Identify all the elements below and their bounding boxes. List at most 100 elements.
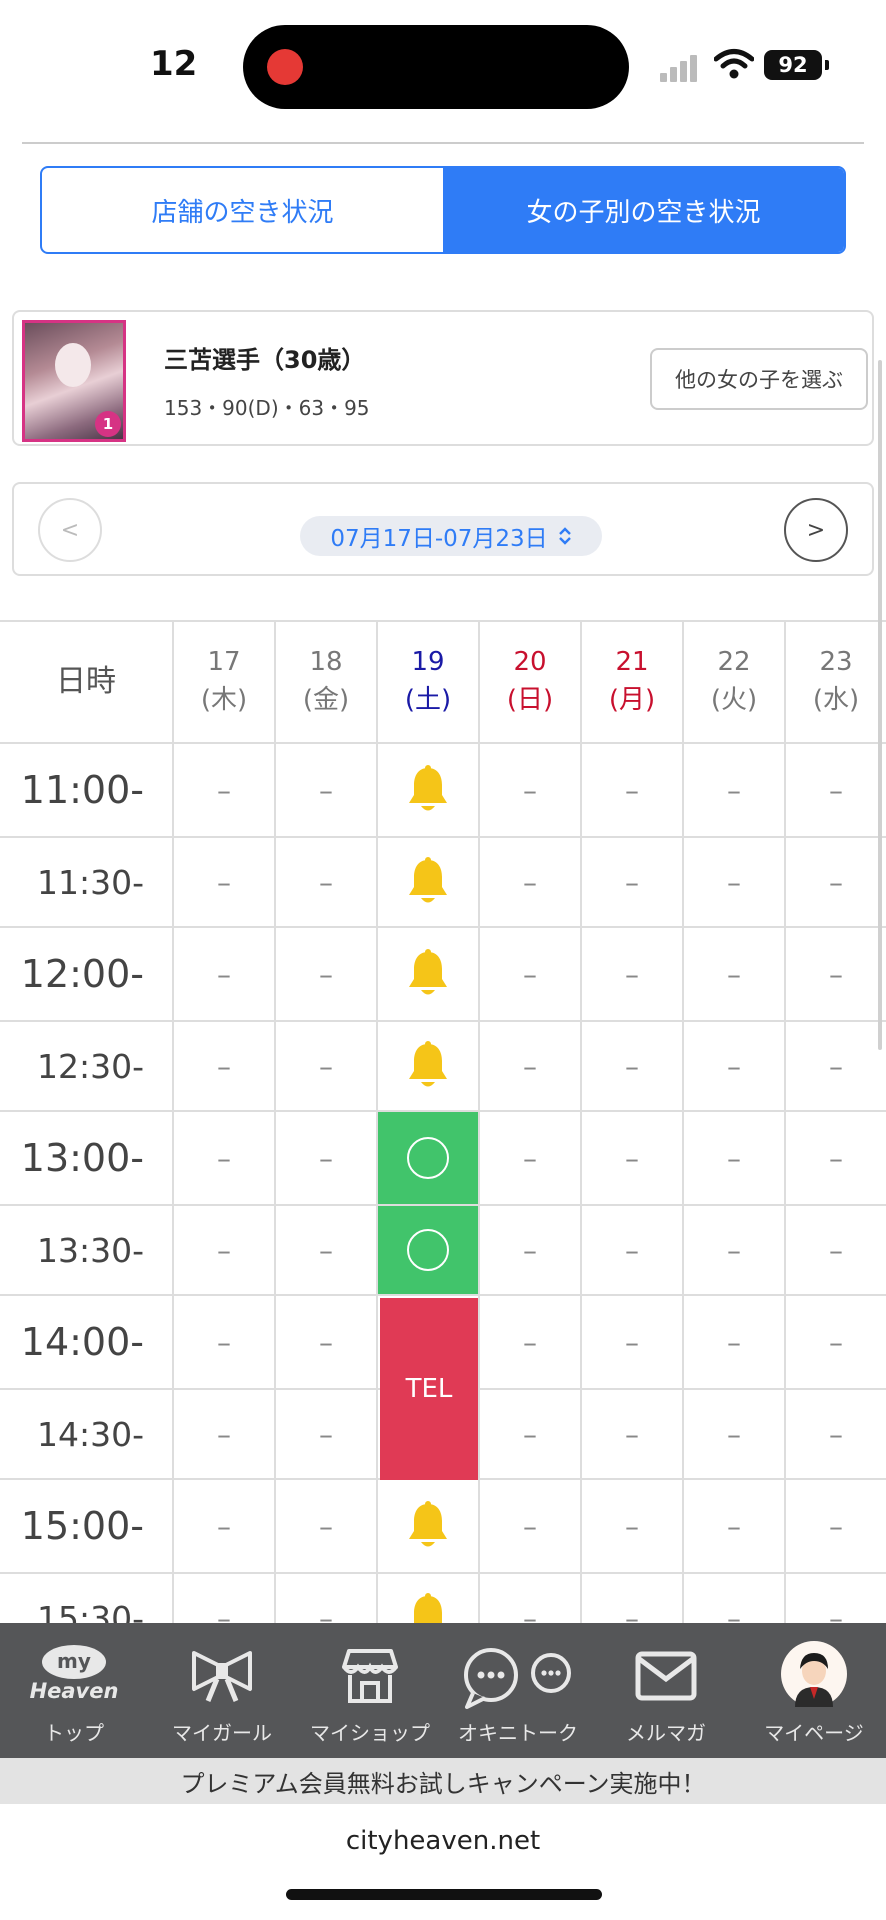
schedule-row: 13:30- – – – – – –: [0, 1206, 886, 1296]
time-label: 11:30-: [0, 838, 174, 926]
dash-text: –: [319, 1325, 333, 1359]
unavailable-slot: –: [582, 1022, 684, 1110]
unavailable-slot: –: [684, 744, 786, 836]
dash-text: –: [523, 773, 537, 807]
battery-icon: 92: [764, 50, 829, 80]
dash-text: –: [625, 1509, 639, 1543]
unavailable-slot: –: [480, 1390, 582, 1478]
dash-text: –: [727, 1233, 741, 1267]
dash-text: –: [829, 1325, 843, 1359]
choose-other-girl-button[interactable]: 他の女の子を選ぶ: [650, 348, 868, 410]
available-slot[interactable]: [378, 1206, 480, 1294]
time-label: 15:00-: [0, 1480, 174, 1572]
user-avatar-icon: [781, 1641, 847, 1707]
premium-promo-banner[interactable]: プレミアム会員無料お試しキャンペーン実施中！: [0, 1758, 886, 1804]
tab-girl-availability[interactable]: 女の子別の空き状況: [443, 168, 844, 252]
bell-notify-icon[interactable]: [378, 744, 480, 836]
time-label: 13:30-: [0, 1206, 174, 1294]
unavailable-slot: –: [480, 1206, 582, 1294]
bell-notify-icon[interactable]: [378, 1022, 480, 1110]
wifi-icon: [714, 49, 754, 79]
dash-text: –: [829, 1417, 843, 1451]
day-weekday: (木): [200, 685, 248, 715]
unavailable-slot: –: [276, 1480, 378, 1572]
unavailable-slot: –: [684, 1112, 786, 1204]
next-week-button[interactable]: >: [784, 498, 848, 562]
unavailable-slot: –: [276, 1206, 378, 1294]
day-header-22: 22 (火): [684, 622, 786, 742]
unavailable-slot: –: [582, 1112, 684, 1204]
scrollbar[interactable]: [878, 360, 882, 1050]
dash-text: –: [523, 1049, 537, 1083]
face-mask: [55, 343, 91, 387]
status-bar: 12 92: [0, 0, 886, 130]
day-weekday: (土): [404, 685, 452, 715]
nav-item-my-shop[interactable]: マイショップ: [296, 1623, 444, 1758]
unavailable-slot: –: [174, 1022, 276, 1110]
unavailable-slot: –: [174, 838, 276, 926]
dynamic-island: [243, 25, 629, 109]
dash-text: –: [625, 865, 639, 899]
dash-text: –: [217, 1509, 231, 1543]
unavailable-slot: –: [480, 928, 582, 1020]
dash-text: –: [727, 773, 741, 807]
day-header-21: 21 (月): [582, 622, 684, 742]
dash-text: –: [319, 865, 333, 899]
unavailable-slot: –: [786, 1022, 886, 1110]
available-circle-icon: [407, 1137, 449, 1179]
bell-notify-icon[interactable]: [378, 928, 480, 1020]
prev-week-button[interactable]: <: [38, 498, 102, 562]
unavailable-slot: –: [276, 838, 378, 926]
nav-item-okini-talk[interactable]: オキニトーク: [444, 1623, 592, 1758]
dash-text: –: [625, 1325, 639, 1359]
day-date: 17: [207, 647, 241, 678]
unavailable-slot: –: [786, 838, 886, 926]
dash-text: –: [217, 865, 231, 899]
unavailable-slot: –: [582, 838, 684, 926]
dash-text: –: [319, 1141, 333, 1175]
unavailable-slot: –: [684, 928, 786, 1020]
unavailable-slot: –: [174, 1480, 276, 1572]
unavailable-slot: –: [786, 1206, 886, 1294]
tab-shop-availability[interactable]: 店舗の空き状況: [42, 168, 443, 252]
nav-item-my-girl[interactable]: マイガール: [148, 1623, 296, 1758]
tel-slot[interactable]: TEL: [380, 1298, 478, 1480]
week-range-select[interactable]: 07月17日-07月23日: [300, 516, 602, 556]
nav-item-mail-magazine[interactable]: メルマガ: [592, 1623, 740, 1758]
dash-text: –: [217, 957, 231, 991]
unavailable-slot: –: [582, 1480, 684, 1572]
nav-item-top[interactable]: my Heaven トップ: [0, 1623, 148, 1758]
dash-text: –: [523, 865, 537, 899]
corner-label: 日時: [0, 622, 174, 742]
my-heaven-logo-icon: my Heaven: [24, 1645, 124, 1705]
day-header-23: 23 (水): [786, 622, 886, 742]
schedule-row: 15:00- – – – – – –: [0, 1480, 886, 1574]
unavailable-slot: –: [582, 1390, 684, 1478]
mail-icon: [635, 1651, 697, 1701]
shop-icon: [342, 1649, 398, 1703]
nav-item-my-page[interactable]: マイページ: [740, 1623, 886, 1758]
time-label: 12:30-: [0, 1022, 174, 1110]
available-slot[interactable]: [378, 1112, 480, 1204]
unavailable-slot: –: [684, 1296, 786, 1388]
profile-name: 三苫選手（30歳）: [164, 346, 366, 374]
home-indicator: [286, 1889, 602, 1900]
day-weekday: (金): [302, 685, 350, 715]
bell-notify-icon[interactable]: [378, 1480, 480, 1572]
unavailable-slot: –: [582, 928, 684, 1020]
dash-text: –: [727, 1325, 741, 1359]
unavailable-slot: –: [480, 838, 582, 926]
dash-text: –: [217, 773, 231, 807]
day-date: 21: [615, 647, 649, 678]
chevron-updown-icon: [558, 527, 571, 545]
time-label: 13:00-: [0, 1112, 174, 1204]
dash-text: –: [523, 957, 537, 991]
unavailable-slot: –: [786, 1296, 886, 1388]
dash-text: –: [319, 1509, 333, 1543]
profile-photo[interactable]: 1: [22, 320, 126, 442]
bell-notify-icon[interactable]: [378, 838, 480, 926]
dash-text: –: [523, 1141, 537, 1175]
unavailable-slot: –: [480, 1296, 582, 1388]
unavailable-slot: –: [582, 744, 684, 836]
unavailable-slot: –: [582, 1296, 684, 1388]
